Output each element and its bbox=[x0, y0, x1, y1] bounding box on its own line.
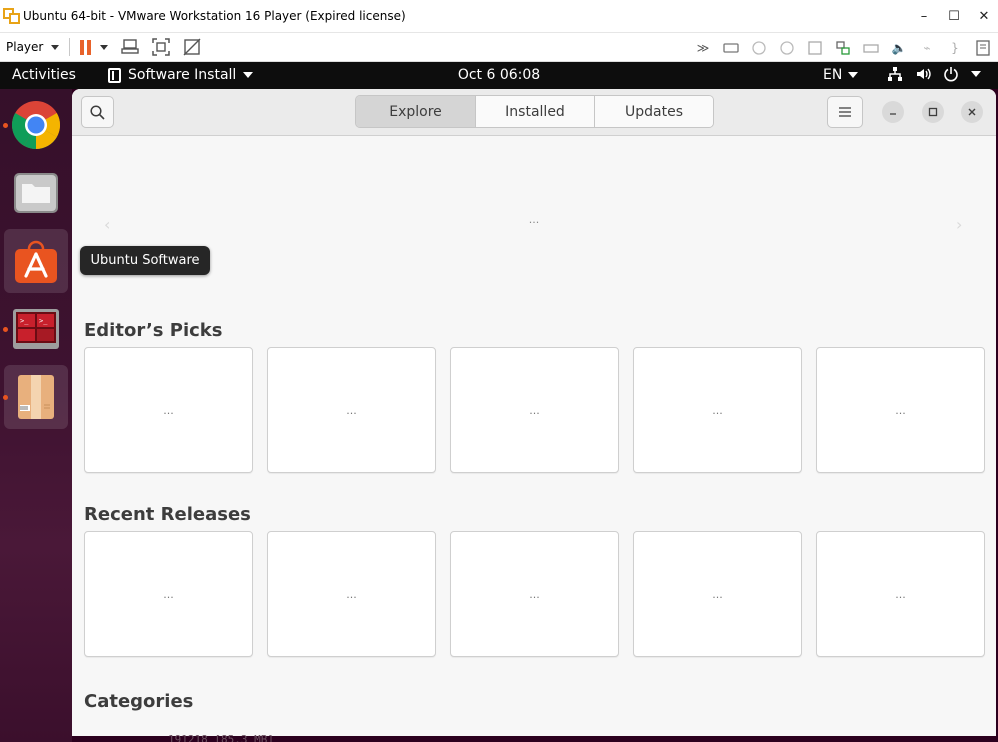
editors-pick-tile[interactable]: ... bbox=[816, 347, 985, 473]
maximize-icon bbox=[928, 107, 938, 117]
running-indicator bbox=[3, 123, 8, 128]
editors-picks-heading: Editor’s Picks bbox=[84, 320, 223, 341]
vmware-device-icons: ≫ 🔈 ⌁ } bbox=[694, 33, 992, 62]
running-indicator bbox=[3, 395, 8, 400]
minimize-window-button[interactable]: – bbox=[918, 9, 930, 24]
search-icon bbox=[90, 104, 105, 120]
vmware-titlebar: Ubuntu 64-bit - VMware Workstation 16 Pl… bbox=[0, 0, 998, 33]
main-menu-button[interactable] bbox=[827, 96, 863, 128]
close-window-button[interactable]: ✕ bbox=[978, 9, 990, 24]
close-button[interactable] bbox=[961, 101, 983, 123]
system-menu-button[interactable] bbox=[887, 66, 981, 82]
recent-release-tile[interactable]: ... bbox=[267, 531, 436, 657]
dock-ubuntu-software[interactable] bbox=[4, 229, 68, 293]
tab-explore[interactable]: Explore bbox=[356, 96, 475, 127]
svg-text:>_: >_ bbox=[39, 317, 48, 325]
toolbar-divider bbox=[69, 38, 71, 56]
editors-pick-tile[interactable]: ... bbox=[450, 347, 619, 473]
tab-installed[interactable]: Installed bbox=[475, 96, 594, 127]
player-menu-button[interactable]: Player bbox=[6, 40, 60, 54]
minimize-button[interactable] bbox=[882, 101, 904, 123]
recent-release-tile[interactable]: ... bbox=[816, 531, 985, 657]
dock-files[interactable] bbox=[4, 161, 68, 225]
chevron-down-icon bbox=[51, 44, 60, 50]
send-ctrl-alt-del-icon[interactable] bbox=[121, 38, 140, 56]
dock-tooltip: Ubuntu Software bbox=[80, 246, 210, 275]
svg-text:>_: >_ bbox=[20, 317, 29, 325]
network-adapter-icon[interactable] bbox=[834, 39, 852, 57]
maximize-window-button[interactable]: ☐ bbox=[948, 9, 960, 24]
dock: >_ >_ bbox=[0, 89, 72, 742]
dock-chrome[interactable] bbox=[3, 93, 68, 157]
cd-drive-2-icon[interactable] bbox=[778, 39, 796, 57]
view-switcher: Explore Installed Updates bbox=[355, 95, 714, 128]
software-headerbar: Explore Installed Updates bbox=[72, 89, 996, 136]
chevron-down-icon bbox=[971, 71, 981, 77]
more-devices-icon[interactable]: ≫ bbox=[694, 39, 712, 57]
pause-vm-button[interactable] bbox=[80, 39, 92, 55]
vmware-logo-icon bbox=[3, 8, 21, 24]
featured-banner[interactable]: ... bbox=[72, 213, 996, 226]
ubuntu-software-icon bbox=[15, 240, 57, 283]
sound-card-icon[interactable]: 🔈 bbox=[890, 39, 908, 57]
hamburger-menu-icon bbox=[839, 107, 851, 117]
ubuntu-top-bar: Activities Software Install Oct 6 06:08 … bbox=[0, 62, 998, 89]
close-icon bbox=[968, 108, 976, 116]
software-window: Explore Installed Updates ‹ ... › Editor… bbox=[72, 89, 996, 736]
player-menu-label: Player bbox=[6, 40, 44, 54]
editors-pick-tile[interactable]: ... bbox=[633, 347, 802, 473]
minimize-icon bbox=[890, 113, 896, 115]
editors-pick-tile[interactable]: ... bbox=[84, 347, 253, 473]
editors-pick-tile[interactable]: ... bbox=[267, 347, 436, 473]
pause-dropdown-icon[interactable] bbox=[100, 44, 109, 50]
chrome-icon bbox=[11, 101, 61, 150]
fit-guest-icon[interactable] bbox=[152, 38, 171, 56]
dock-software-install[interactable] bbox=[3, 365, 68, 429]
input-language-button[interactable]: EN bbox=[823, 67, 859, 83]
message-log-icon[interactable] bbox=[974, 39, 992, 57]
cd-drive-icon[interactable] bbox=[750, 39, 768, 57]
running-indicator bbox=[3, 327, 8, 332]
categories-heading: Categories bbox=[84, 691, 194, 712]
terminal-icon: >_ >_ bbox=[13, 309, 59, 349]
unity-mode-icon[interactable] bbox=[183, 38, 201, 56]
package-icon bbox=[18, 375, 54, 419]
brackets-icon[interactable]: } bbox=[946, 39, 964, 57]
recent-release-tile[interactable]: ... bbox=[633, 531, 802, 657]
banner-next-button[interactable]: › bbox=[956, 215, 962, 234]
network-wired-icon bbox=[888, 67, 902, 81]
chevron-down-icon bbox=[848, 72, 859, 78]
volume-icon bbox=[917, 68, 931, 80]
dock-terminal[interactable]: >_ >_ bbox=[3, 297, 68, 361]
vmware-window-title: Ubuntu 64-bit - VMware Workstation 16 Pl… bbox=[23, 9, 406, 23]
printer-icon[interactable] bbox=[862, 39, 880, 57]
floppy-icon[interactable] bbox=[806, 39, 824, 57]
hard-disk-icon[interactable] bbox=[722, 39, 740, 57]
tab-updates[interactable]: Updates bbox=[594, 96, 713, 127]
recent-release-tile[interactable]: ... bbox=[450, 531, 619, 657]
power-icon bbox=[944, 67, 958, 82]
usb-icon[interactable]: ⌁ bbox=[918, 39, 936, 57]
language-label: EN bbox=[823, 67, 843, 83]
recent-releases-heading: Recent Releases bbox=[84, 504, 251, 525]
maximize-button[interactable] bbox=[922, 101, 944, 123]
files-icon bbox=[14, 173, 58, 213]
search-button[interactable] bbox=[81, 96, 114, 128]
recent-release-tile[interactable]: ... bbox=[84, 531, 253, 657]
background-terminal-text: 191218 [85.3 MB] bbox=[168, 733, 274, 742]
